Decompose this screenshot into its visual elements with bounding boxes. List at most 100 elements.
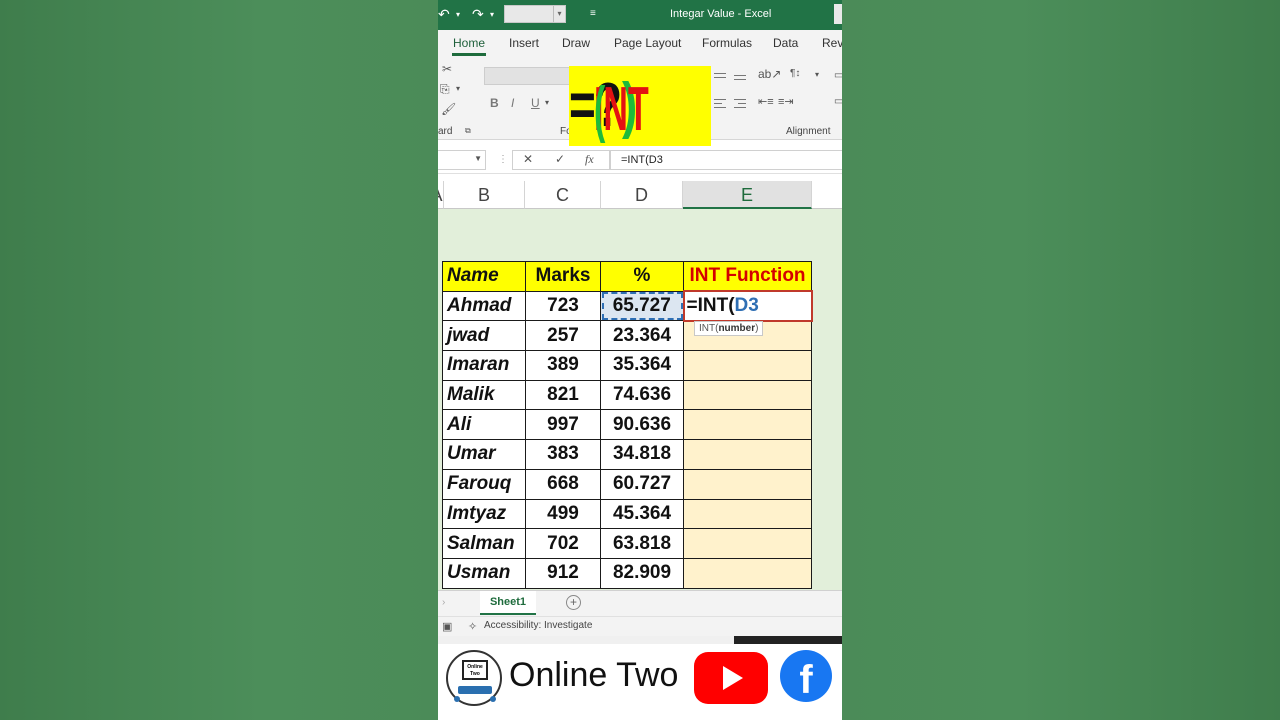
cell-percent[interactable]: 23.364 [600, 320, 684, 352]
tab-data[interactable]: Data [773, 36, 798, 50]
decrease-indent-icon[interactable]: ⇤≡ [758, 95, 774, 108]
cell-name[interactable]: Usman [442, 557, 526, 589]
cell-int[interactable] [683, 350, 812, 381]
header-percent[interactable]: % [600, 261, 684, 292]
cell-name[interactable]: Ahmad [442, 290, 526, 322]
undo-dropdown-icon[interactable]: ▾ [456, 10, 460, 19]
cell-name[interactable]: Imaran [442, 350, 526, 381]
cell-marks[interactable]: 499 [525, 498, 601, 530]
paragraph-icon[interactable]: ¶↕ [790, 68, 800, 79]
tab-draw[interactable]: Draw [562, 36, 590, 50]
add-sheet-icon[interactable]: + [566, 595, 581, 610]
cell-percent[interactable]: 74.636 [600, 379, 684, 411]
function-tooltip[interactable]: INT(number) [694, 321, 764, 336]
cell-marks[interactable]: 723 [525, 290, 601, 322]
header-name[interactable]: Name [442, 261, 526, 292]
window-edge [834, 4, 842, 24]
cell-marks[interactable]: 912 [525, 557, 601, 589]
bottom-strip [438, 636, 842, 644]
cell-percent-d3-referenced[interactable]: 65.727 [600, 290, 684, 322]
cell-percent[interactable]: 60.727 [600, 468, 684, 500]
cell-int[interactable] [683, 528, 812, 559]
sheet-tab-sheet1[interactable]: Sheet1 [480, 591, 536, 615]
cell-percent[interactable]: 45.364 [600, 498, 684, 530]
column-header-b[interactable]: B [444, 181, 525, 209]
header-int-function[interactable]: INT Function [683, 261, 812, 292]
wrap-text-icon[interactable]: ▭ [834, 70, 842, 81]
accessibility-status[interactable]: Accessibility: Investigate [484, 620, 592, 631]
cell-name[interactable]: Ali [442, 409, 526, 441]
cell-percent[interactable]: 82.909 [600, 557, 684, 589]
underline-dropdown-icon[interactable]: ▾ [545, 98, 549, 107]
cell-marks[interactable]: 668 [525, 468, 601, 500]
cancel-icon[interactable]: ✕ [523, 152, 533, 166]
facebook-icon[interactable]: f [780, 650, 832, 702]
brand-name: Online Two [509, 656, 679, 694]
sheet-nav-icon[interactable]: › [442, 597, 445, 608]
quick-access-font-box[interactable]: ▾ [504, 5, 566, 23]
column-header-e[interactable]: E [683, 181, 812, 209]
orientation-dropdown-icon[interactable]: ▾ [815, 70, 819, 79]
cell-name[interactable]: Imtyaz [442, 498, 526, 530]
cut-icon[interactable]: ✂ [442, 62, 452, 76]
orientation-icon[interactable]: ab↗ [758, 67, 781, 81]
enter-icon[interactable]: ✓ [555, 152, 565, 166]
cell-int[interactable] [683, 409, 812, 441]
tooltip-argument[interactable]: number [718, 323, 755, 334]
dialog-launcher-icon[interactable]: ⧉ [465, 126, 471, 136]
cell-int[interactable] [683, 498, 812, 530]
cell-percent[interactable]: 34.818 [600, 439, 684, 470]
cell-percent[interactable]: 35.364 [600, 350, 684, 381]
cell-int[interactable] [683, 468, 812, 500]
merge-icon[interactable]: ▭ [834, 96, 842, 107]
redo-dropdown-icon[interactable]: ▾ [490, 10, 494, 19]
column-header-d[interactable]: D [601, 181, 683, 209]
cell-marks[interactable]: 257 [525, 320, 601, 352]
cell-marks[interactable]: 997 [525, 409, 601, 441]
increase-indent-icon[interactable]: ≡⇥ [778, 95, 794, 108]
cell-marks[interactable]: 389 [525, 350, 601, 381]
cell-percent[interactable]: 63.818 [600, 528, 684, 559]
youtube-icon[interactable] [694, 652, 768, 704]
cell-marks[interactable]: 821 [525, 379, 601, 411]
header-marks[interactable]: Marks [525, 261, 601, 292]
cell-marks[interactable]: 702 [525, 528, 601, 559]
formula-input[interactable]: =INT(D3 [610, 150, 842, 170]
cell-percent[interactable]: 90.636 [600, 409, 684, 441]
tab-review[interactable]: Revi [822, 36, 842, 50]
cell-int[interactable] [683, 557, 812, 589]
cell-name[interactable]: Farouq [442, 468, 526, 500]
alignment-group-label: Alignment [786, 126, 831, 137]
underline-button[interactable]: U [531, 96, 540, 110]
tab-home[interactable]: Home [453, 36, 485, 50]
cell-int[interactable] [683, 439, 812, 470]
cell-name[interactable]: jwad [442, 320, 526, 352]
undo-icon[interactable]: ↶ [438, 6, 450, 23]
format-painter-icon[interactable]: 🖌 [441, 102, 456, 116]
cell-int[interactable] [683, 379, 812, 411]
chevron-down-icon[interactable]: ▼ [474, 154, 482, 163]
worksheet[interactable]: Name Marks % INT Function Ahmad 723 65.7… [438, 209, 842, 590]
accessibility-icon[interactable]: ✧ [468, 620, 477, 633]
column-header-c[interactable]: C [525, 181, 601, 209]
fx-icon[interactable]: fx [585, 152, 594, 167]
customize-qat-icon[interactable]: ≡ [590, 8, 596, 19]
align-top-icon-line [714, 77, 726, 78]
cell-name[interactable]: Salman [442, 528, 526, 559]
redo-icon[interactable]: ↷ [472, 6, 484, 23]
bold-button[interactable]: B [490, 96, 499, 110]
cell-marks[interactable]: 383 [525, 439, 601, 470]
column-header-f[interactable] [812, 181, 842, 209]
tab-page-layout[interactable]: Page Layout [614, 36, 681, 50]
copy-icon[interactable]: ⎘ [440, 82, 450, 97]
tab-insert[interactable]: Insert [509, 36, 539, 50]
font-name-box[interactable] [484, 67, 574, 85]
chevron-down-icon[interactable]: ▾ [553, 6, 565, 22]
italic-button[interactable]: I [511, 96, 514, 110]
name-box[interactable]: ▼ [438, 150, 486, 170]
tab-formulas[interactable]: Formulas [702, 36, 752, 50]
cell-name[interactable]: Umar [442, 439, 526, 470]
cell-int-editing[interactable]: =INT(D3 [682, 290, 813, 322]
cell-name[interactable]: Malik [442, 379, 526, 411]
copy-dropdown-icon[interactable]: ▾ [456, 84, 460, 93]
